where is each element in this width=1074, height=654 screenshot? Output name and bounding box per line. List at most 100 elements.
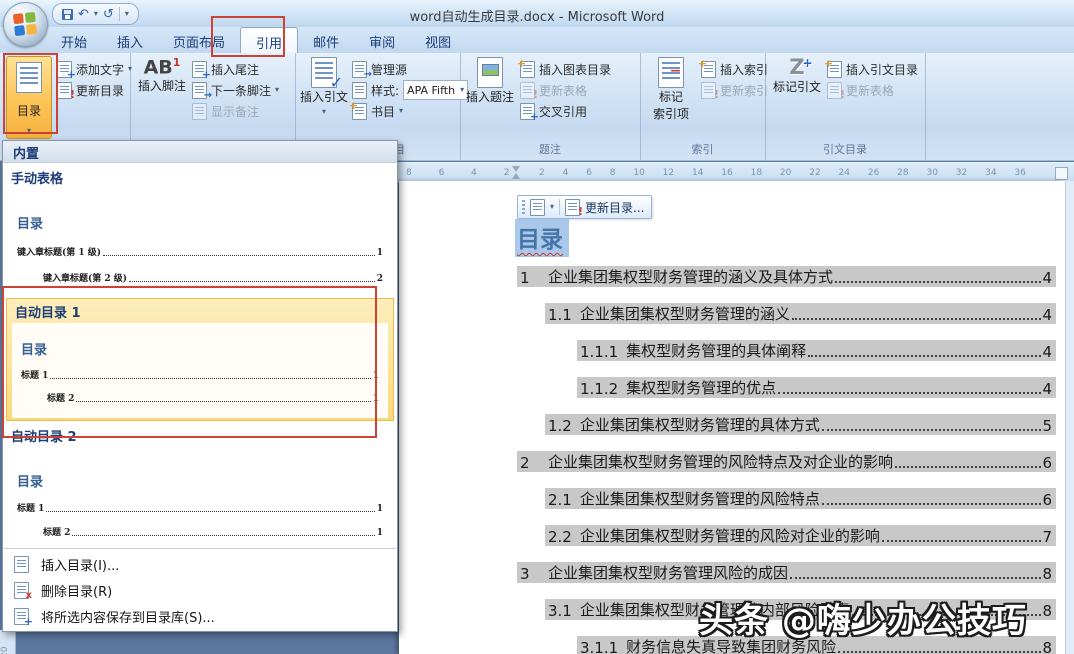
qat-separator	[119, 7, 120, 21]
update-toc-button[interactable]: 更新目录	[57, 80, 124, 100]
next-footnote-button[interactable]: 下一条脚注 ▾	[192, 80, 279, 100]
toc-entry[interactable]: 1.1.2集权型财务管理的优点4	[577, 377, 1056, 398]
redo-icon[interactable]: ↺	[103, 8, 114, 21]
menu-item-save-selection-to-gallery[interactable]: 将所选内容保存到目录库(S)...	[3, 603, 397, 629]
toc-field-caret-icon[interactable]: ▾	[550, 203, 554, 211]
tab-references[interactable]: 引用	[240, 27, 298, 53]
automatic-table-1-preview: 目录 标题 11 标题 21	[12, 323, 388, 418]
cross-reference-button[interactable]: 交叉引用	[520, 101, 587, 121]
gallery-item-manual-table[interactable]: 手动表格 目录 键入章标题(第 1 级)1 键入章标题(第 2 级)2	[3, 163, 397, 284]
menu-item-insert-toc[interactable]: 插入目录(I)...	[3, 551, 397, 577]
dot-leader	[895, 466, 1041, 468]
insert-table-of-authorities-button[interactable]: 插入引文目录	[827, 59, 918, 79]
update-table-button[interactable]: 更新表格	[520, 80, 587, 100]
insert-endnote-button[interactable]: 插入尾注	[192, 59, 259, 79]
insert-endnote-icon	[192, 61, 207, 78]
undo-dropdown-icon[interactable]: ▾	[94, 10, 98, 18]
mark-entry-icon	[658, 57, 684, 88]
tab-home[interactable]: 开始	[46, 27, 102, 53]
mark-entry-button[interactable]: 标记 索引项	[646, 57, 696, 122]
insert-caption-icon	[477, 57, 503, 88]
toc-dropdown-caret-icon: ▾	[27, 127, 31, 135]
insert-footnote-button[interactable]: AB1 插入脚注	[138, 57, 186, 94]
office-button[interactable]	[3, 2, 48, 47]
quick-access-toolbar: ↶ ▾ ↺ ▾	[52, 3, 139, 25]
undo-icon[interactable]: ↶	[78, 8, 89, 21]
insert-citation-button[interactable]: 插入引文 ▾	[300, 57, 348, 116]
update-toc-icon	[57, 82, 72, 99]
style-combo[interactable]: APA Fifth ▾	[403, 80, 468, 100]
toc-entry[interactable]: 1.1.1集权型财务管理的具体阐释4	[577, 340, 1056, 361]
insert-citation-icon	[311, 57, 337, 88]
insert-table-of-figures-button[interactable]: 插入图表目录	[520, 59, 611, 79]
dot-leader	[835, 281, 1041, 283]
toolbar-grip-icon[interactable]	[522, 200, 525, 214]
toc-entry[interactable]: 1.2企业集团集权型财务管理的具体方式5	[545, 414, 1056, 435]
builtin-header: 内置	[3, 141, 397, 163]
dot-leader	[822, 429, 1042, 431]
title-bar: word自动生成目录.docx - Microsoft Word ↶ ▾ ↺ ▾	[0, 0, 1074, 28]
dot-leader	[778, 392, 1041, 394]
ruler-left-numbers: 8 6 4 2	[406, 168, 510, 178]
menu-item-remove-toc[interactable]: 删除目录(R)	[3, 577, 397, 603]
cross-reference-icon	[520, 103, 535, 120]
gallery-item-automatic-table-1[interactable]: 自动目录 1 目录 标题 11 标题 21	[6, 298, 394, 421]
gallery-item-automatic-table-2[interactable]: 自动目录 2 目录 标题 11 标题 21	[3, 421, 397, 538]
toc-button[interactable]: 目录 ▾	[6, 56, 52, 139]
insert-index-button[interactable]: 插入索引	[701, 59, 768, 79]
toolbar-separator	[559, 199, 560, 215]
mark-citation-button[interactable]: Z 标记引文	[771, 57, 823, 95]
show-notes-icon	[192, 103, 207, 120]
ruler-corner-icon	[1055, 167, 1068, 180]
show-notes-button[interactable]: 显示备注	[192, 101, 259, 121]
manual-table-preview: 目录 键入章标题(第 1 级)1 键入章标题(第 2 级)2	[3, 213, 397, 284]
tab-insert[interactable]: 插入	[102, 27, 158, 53]
toc-entry[interactable]: 2.2企业集团集权型财务管理的风险对企业的影响7	[545, 525, 1056, 546]
add-text-button[interactable]: 添加文字 ▾	[57, 59, 132, 79]
toc-field-toolbar: ▾ 更新目录...	[517, 195, 652, 219]
group-label-index: 索引	[640, 141, 765, 157]
tab-mailings[interactable]: 邮件	[298, 27, 354, 53]
toc-field-icon[interactable]	[530, 199, 545, 216]
vertical-scrollbar[interactable]	[1065, 181, 1074, 654]
remove-toc-icon	[14, 582, 29, 599]
tab-view[interactable]: 视图	[410, 27, 466, 53]
update-toc-field-button[interactable]: 更新目录...	[585, 199, 644, 216]
toc-dropdown-menu: 内置 手动表格 目录 键入章标题(第 1 级)1 键入章标题(第 2 级)2 自…	[2, 140, 398, 632]
dot-leader	[790, 577, 1041, 579]
toc-entry[interactable]: 2企业集团集权型财务管理的风险特点及对企业的影响6	[517, 451, 1056, 472]
toc-entry[interactable]: 1企业集团集权型财务管理的涵义及具体方式4	[517, 266, 1056, 287]
manage-sources-button[interactable]: 管理源	[352, 59, 407, 79]
toc-entry[interactable]: 2.1企业集团集权型财务管理的风险特点6	[545, 488, 1056, 509]
update-index-icon	[701, 82, 716, 99]
update-authorities-table-button[interactable]: 更新表格	[827, 80, 894, 100]
insert-caption-button[interactable]: 插入题注	[466, 57, 514, 105]
document-page[interactable]: ▾ 更新目录... 目录 1企业集团集权型财务管理的涵义及具体方式4 1.1企业…	[399, 181, 1066, 654]
group-label-captions: 题注	[460, 141, 640, 157]
add-text-icon	[57, 61, 72, 78]
group-index: 标记 索引项 插入索引 更新索引 索引	[640, 53, 766, 160]
bibliography-button[interactable]: 书目 ▾	[352, 101, 403, 121]
toc-entry[interactable]: 3企业集团集权型财务管理风险的成因8	[517, 562, 1056, 583]
next-footnote-caret-icon: ▾	[275, 86, 279, 94]
toc-entry[interactable]: 1.1企业集团集权型财务管理的涵义4	[545, 303, 1056, 324]
menu-separator	[4, 548, 396, 549]
watermark: 头条 @嗨少办公技巧	[699, 593, 1027, 642]
group-table-of-authorities: Z 标记引文 插入引文目录 更新表格 引文目录	[765, 53, 926, 160]
insert-table-of-authorities-icon	[827, 61, 842, 78]
dot-leader	[882, 540, 1042, 542]
bibliography-icon	[352, 103, 367, 120]
style-icon	[352, 82, 367, 99]
insert-index-icon	[701, 61, 716, 78]
customize-qat-icon[interactable]: ▾	[125, 10, 129, 18]
group-captions: 插入题注 插入图表目录 更新表格 交叉引用 题注	[460, 53, 641, 160]
insert-citation-caret-icon: ▾	[322, 108, 326, 116]
document-toc-heading[interactable]: 目录	[515, 219, 569, 257]
indent-marker-icon[interactable]	[512, 166, 521, 179]
tab-review[interactable]: 审阅	[354, 27, 410, 53]
tab-page-layout[interactable]: 页面布局	[158, 27, 240, 53]
bibliography-caret-icon: ▾	[399, 107, 403, 115]
save-icon[interactable]	[62, 9, 73, 20]
update-index-button[interactable]: 更新索引	[701, 80, 768, 100]
ribbon-tab-row: 开始 插入 页面布局 引用 邮件 审阅 视图	[0, 27, 1074, 53]
